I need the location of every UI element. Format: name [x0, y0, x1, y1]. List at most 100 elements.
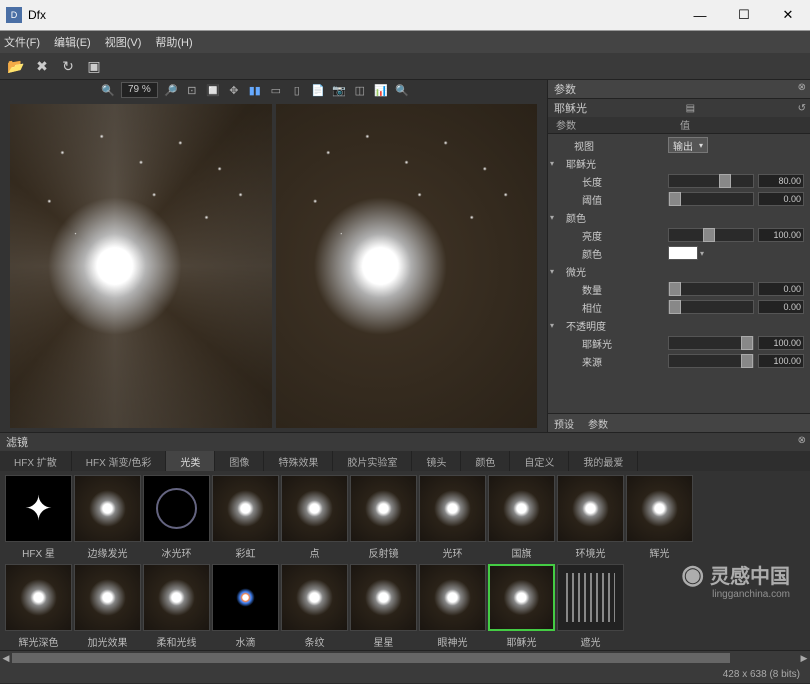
filter-thumbnail[interactable]: [212, 475, 279, 542]
phase-slider[interactable]: [668, 300, 754, 314]
preview-right[interactable]: [276, 104, 538, 428]
length-slider[interactable]: [668, 174, 754, 188]
filter-item[interactable]: 柔和光线: [144, 564, 209, 649]
filter-thumbnail[interactable]: [350, 564, 417, 631]
filter-thumbnail[interactable]: [281, 564, 348, 631]
threshold-value[interactable]: 0.00: [758, 192, 804, 206]
search-icon[interactable]: 🔍: [394, 82, 410, 98]
filter-item[interactable]: 星星: [351, 564, 416, 649]
filter-item[interactable]: 彩虹: [213, 475, 278, 560]
filters-scrollbar[interactable]: ◀ ▶: [0, 650, 810, 665]
filter-item[interactable]: 环境光: [558, 475, 623, 560]
minimize-button[interactable]: —: [678, 0, 722, 30]
op-yslight-value[interactable]: 100.00: [758, 336, 804, 350]
filter-thumbnail[interactable]: [419, 475, 486, 542]
group-color[interactable]: 颜色: [566, 210, 586, 225]
camera-icon[interactable]: 📷: [331, 82, 347, 98]
scrollbar-thumb[interactable]: [12, 653, 730, 663]
filter-tab[interactable]: 我的最爱: [569, 451, 638, 471]
filter-tab[interactable]: 光类: [166, 451, 215, 471]
menu-help[interactable]: 帮助(H): [155, 34, 192, 50]
delete-icon[interactable]: ✖: [32, 56, 52, 76]
panel-close-icon[interactable]: ⊗: [798, 82, 806, 93]
filter-thumbnail[interactable]: [74, 564, 141, 631]
single-icon[interactable]: ▯: [289, 82, 305, 98]
filter-thumbnail[interactable]: [557, 564, 624, 631]
footer-tab-params[interactable]: 参数: [588, 416, 608, 431]
open-icon[interactable]: 📂: [6, 56, 26, 76]
filter-thumbnail[interactable]: [281, 475, 348, 542]
frame-icon[interactable]: ▣: [84, 56, 104, 76]
zoom-in-icon[interactable]: 🔍: [100, 82, 116, 98]
histogram-icon[interactable]: 📊: [373, 82, 389, 98]
split-h-icon[interactable]: ▭: [268, 82, 284, 98]
amount-value[interactable]: 0.00: [758, 282, 804, 296]
group-opacity[interactable]: 不透明度: [566, 318, 606, 333]
filter-item[interactable]: 耶稣光: [489, 564, 554, 649]
footer-tab-preset[interactable]: 预设: [554, 416, 574, 431]
split-v-icon[interactable]: ▮▮: [247, 82, 263, 98]
menu-icon[interactable]: ▤: [686, 103, 695, 114]
menu-file[interactable]: 文件(F): [4, 34, 40, 50]
filter-item[interactable]: 遮光: [558, 564, 623, 649]
group-yslight[interactable]: 耶稣光: [566, 156, 596, 171]
filter-thumbnail[interactable]: [5, 475, 72, 542]
filter-item[interactable]: HFX 星: [6, 475, 71, 560]
filter-thumbnail[interactable]: [5, 564, 72, 631]
filter-item[interactable]: 辉光深色: [6, 564, 71, 649]
brightness-slider[interactable]: [668, 228, 754, 242]
filter-item[interactable]: 辉光: [627, 475, 692, 560]
filter-item[interactable]: 眼神光: [420, 564, 485, 649]
phase-value[interactable]: 0.00: [758, 300, 804, 314]
length-value[interactable]: 80.00: [758, 174, 804, 188]
filter-item[interactable]: 点: [282, 475, 347, 560]
maximize-button[interactable]: ☐: [722, 0, 766, 30]
filter-tab[interactable]: 特殊效果: [264, 451, 333, 471]
filter-tab[interactable]: 图像: [215, 451, 264, 471]
filter-thumbnail[interactable]: [74, 475, 141, 542]
refresh-icon[interactable]: ↻: [58, 56, 78, 76]
filter-thumbnail[interactable]: [143, 475, 210, 542]
filters-close-icon[interactable]: ⊗: [798, 435, 806, 446]
filter-item[interactable]: 国旗: [489, 475, 554, 560]
filter-tab[interactable]: 颜色: [461, 451, 510, 471]
reset-icon[interactable]: ↺: [798, 103, 806, 114]
filter-item[interactable]: 水滴: [213, 564, 278, 649]
filter-thumbnail[interactable]: [350, 475, 417, 542]
op-yslight-slider[interactable]: [668, 336, 754, 350]
chevron-down-icon[interactable]: ▾: [700, 249, 704, 258]
menu-view[interactable]: 视图(V): [105, 34, 142, 50]
group-shimmer[interactable]: 微光: [566, 264, 586, 279]
filter-item[interactable]: 光环: [420, 475, 485, 560]
filter-thumbnail[interactable]: [419, 564, 486, 631]
zoom-level[interactable]: 79 %: [121, 82, 158, 98]
actual-icon[interactable]: 🔲: [205, 82, 221, 98]
op-source-slider[interactable]: [668, 354, 754, 368]
brightness-value[interactable]: 100.00: [758, 228, 804, 242]
filter-thumbnail[interactable]: [143, 564, 210, 631]
amount-slider[interactable]: [668, 282, 754, 296]
filter-thumbnail[interactable]: [212, 564, 279, 631]
crop-icon[interactable]: ◫: [352, 82, 368, 98]
filter-item[interactable]: 边缘发光: [75, 475, 140, 560]
filter-item[interactable]: 加光效果: [75, 564, 140, 649]
copy-icon[interactable]: 📄: [310, 82, 326, 98]
filter-tab[interactable]: 镜头: [412, 451, 461, 471]
filter-thumbnail[interactable]: [626, 475, 693, 542]
color-swatch[interactable]: [668, 246, 698, 260]
zoom-out-icon[interactable]: 🔎: [163, 82, 179, 98]
filter-tab[interactable]: HFX 渐变/色彩: [72, 451, 167, 471]
view-select[interactable]: 输出▾: [668, 137, 708, 153]
threshold-slider[interactable]: [668, 192, 754, 206]
filter-thumbnail[interactable]: [488, 564, 555, 631]
filter-thumbnail[interactable]: [557, 475, 624, 542]
filter-tab[interactable]: 自定义: [510, 451, 569, 471]
pan-icon[interactable]: ✥: [226, 82, 242, 98]
scroll-right-icon[interactable]: ▶: [798, 651, 810, 665]
filter-thumbnail[interactable]: [488, 475, 555, 542]
filter-item[interactable]: 条纹: [282, 564, 347, 649]
filter-tab[interactable]: 胶片实验室: [333, 451, 412, 471]
scroll-left-icon[interactable]: ◀: [0, 651, 12, 665]
filter-tab[interactable]: HFX 扩散: [0, 451, 72, 471]
fit-icon[interactable]: ⊡: [184, 82, 200, 98]
